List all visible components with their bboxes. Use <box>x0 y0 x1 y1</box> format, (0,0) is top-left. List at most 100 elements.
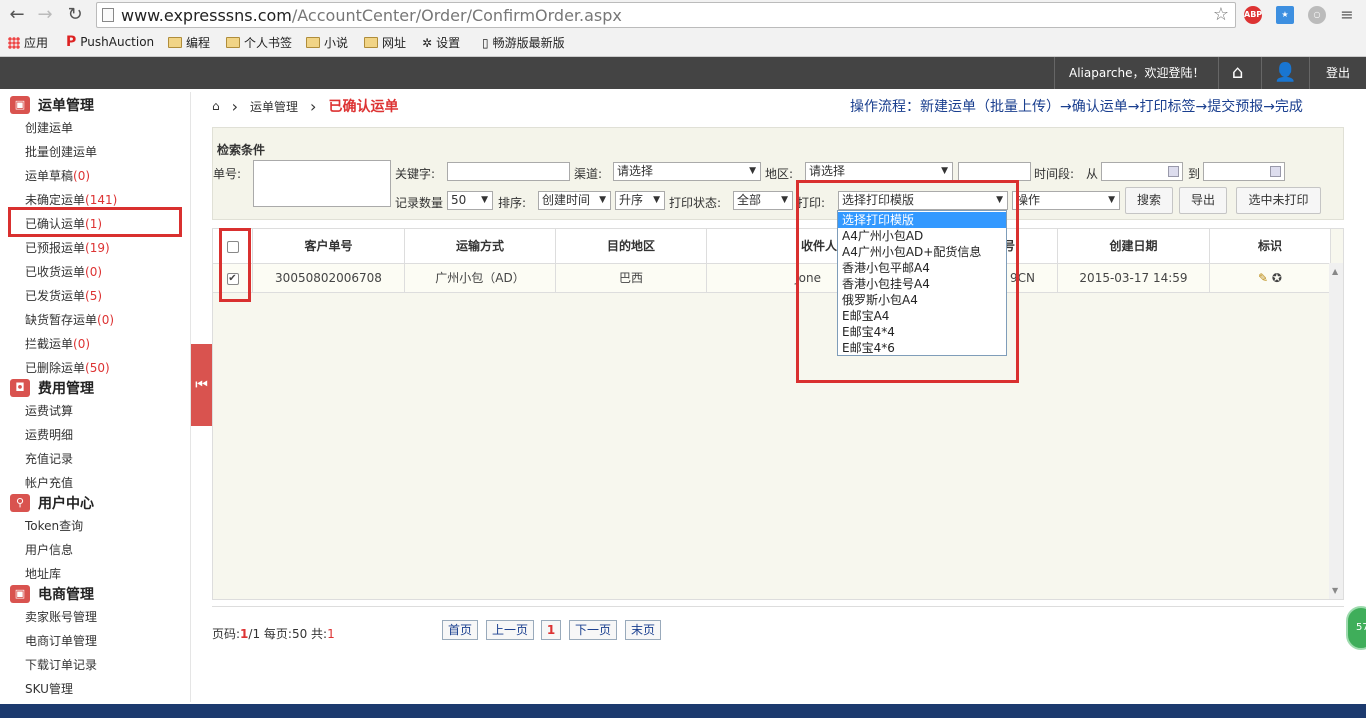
sidebar-item-download-records[interactable]: 下载订单记录 <box>25 656 97 673</box>
sidebar-item-received[interactable]: 已收货运单(0) <box>25 263 102 280</box>
folder-icon <box>306 37 320 48</box>
browser-chrome: ← → ↻ www.expresssns.com/AccountCenter/O… <box>0 0 1366 57</box>
user-icon[interactable]: 👤 <box>1262 57 1310 89</box>
chevron-down-icon: ▼ <box>1108 195 1115 205</box>
channel-select[interactable]: 请选择 ▼ <box>613 162 761 181</box>
current-page[interactable]: 1 <box>541 620 561 640</box>
table-scrollbar[interactable]: ▲ ▼ <box>1329 263 1343 599</box>
home-icon[interactable]: ⌂ <box>212 99 220 113</box>
action-select[interactable]: 操作 ▼ <box>1012 191 1120 210</box>
user-greeting: Aliaparche，欢迎登陆！ <box>1054 57 1220 89</box>
date-from-input[interactable] <box>1101 162 1183 181</box>
bookmark-folder-novel[interactable]: 小说 <box>306 34 348 51</box>
page-icon <box>102 8 114 22</box>
forward-arrow-icon[interactable]: → <box>34 4 56 26</box>
sidebar-section-ecommerce[interactable]: ▣ 电商管理 <box>10 583 94 605</box>
scroll-up-icon[interactable]: ▲ <box>1332 267 1338 276</box>
address-bar[interactable]: www.expresssns.com/AccountCenter/Order/C… <box>96 2 1236 28</box>
breadcrumb-section[interactable]: 运单管理 <box>250 98 298 115</box>
menu-icon[interactable]: ≡ <box>1336 4 1358 26</box>
sidebar-item-forecasted[interactable]: 已预报运单(19) <box>25 239 110 256</box>
next-page-button[interactable]: 下一页 <box>569 620 617 640</box>
sort-order-select[interactable]: 升序 ▼ <box>615 191 665 210</box>
calendar-icon[interactable] <box>1168 166 1179 177</box>
highlight-print-dropdown <box>796 180 1019 383</box>
sidebar-item-create-order[interactable]: 创建运单 <box>25 119 73 136</box>
export-button[interactable]: 导出 <box>1179 187 1227 214</box>
bookmarks-bar: 应用 P PushAuction 编程 个人书签 小说 网址 ✲ 设置 ▯ 畅游版最新… <box>0 30 1366 55</box>
breadcrumb: ⌂ › 运单管理 › 已确认运单 <box>212 95 398 117</box>
bookmark-folder-personal[interactable]: 个人书签 <box>226 34 292 51</box>
print-status-select[interactable]: 全部 ▼ <box>733 191 793 210</box>
fee-icon: ◘ <box>10 379 30 397</box>
sidebar: ▣ 运单管理 创建运单 批量创建运单 运单草稿(0) 未确定运单(141) 已确认… <box>0 92 191 702</box>
bookmark-changyou[interactable]: ▯ 畅游版最新版 <box>482 34 565 51</box>
reload-icon[interactable]: ↻ <box>64 4 86 26</box>
sidebar-item-drafts[interactable]: 运单草稿(0) <box>25 167 90 184</box>
print-status-label: 打印状态: <box>669 196 722 210</box>
region-select[interactable]: 请选择 ▼ <box>805 162 953 181</box>
sidebar-item-token[interactable]: Token查询 <box>25 517 83 534</box>
home-icon[interactable]: ⌂ <box>1214 57 1262 89</box>
sidebar-item-fee-detail[interactable]: 运费明细 <box>25 426 73 443</box>
sort-field-select[interactable]: 创建时间 ▼ <box>538 191 611 210</box>
chevron-down-icon: ▼ <box>481 195 488 205</box>
settings-icon[interactable]: ✪ <box>1272 271 1282 285</box>
region-text-input[interactable] <box>958 162 1031 181</box>
bookmark-folder-programming[interactable]: 编程 <box>168 34 210 51</box>
sidebar-item-seller-accounts[interactable]: 卖家账号管理 <box>25 608 97 625</box>
row-divider <box>213 292 1331 293</box>
bookmark-folder-sites[interactable]: 网址 <box>364 34 406 51</box>
sidebar-item-out-of-stock[interactable]: 缺货暂存运单(0) <box>25 311 114 328</box>
breadcrumb-current: 已确认运单 <box>328 99 399 115</box>
sidebar-item-deleted[interactable]: 已删除运单(50) <box>25 359 110 376</box>
date-to-input[interactable] <box>1203 162 1285 181</box>
sidebar-item-user-info[interactable]: 用户信息 <box>25 541 73 558</box>
sidebar-item-intercepted[interactable]: 拦截运单(0) <box>25 335 90 352</box>
bookmark-pushauction[interactable]: P PushAuction <box>66 34 154 50</box>
calendar-icon[interactable] <box>1270 166 1281 177</box>
first-page-button[interactable]: 首页 <box>442 620 478 640</box>
prev-page-button[interactable]: 上一页 <box>486 620 534 640</box>
extension-circle-icon[interactable]: ○ <box>1308 6 1326 24</box>
sidebar-item-account-recharge[interactable]: 帐户充值 <box>25 474 73 491</box>
keyword-input[interactable] <box>447 162 570 181</box>
keyword-label: 关键字: <box>395 167 436 181</box>
edit-icon[interactable]: ✎ <box>1258 271 1268 285</box>
sidebar-item-address-book[interactable]: 地址库 <box>25 565 61 582</box>
sidebar-item-ecom-orders[interactable]: 电商订单管理 <box>25 632 97 649</box>
record-count-select[interactable]: 50 ▼ <box>447 191 493 210</box>
folder-icon <box>168 37 182 48</box>
to-label: 到 <box>1188 167 1201 181</box>
adblock-icon[interactable]: ABP <box>1244 6 1262 24</box>
highlight-checkbox-column <box>219 228 251 302</box>
sidebar-item-fee-calc[interactable]: 运费试算 <box>25 402 73 419</box>
sidebar-section-orders[interactable]: ▣ 运单管理 <box>10 94 94 116</box>
extension-star-icon[interactable]: ★ <box>1276 6 1294 24</box>
bookmark-star-icon[interactable]: ☆ <box>1213 4 1229 25</box>
scroll-down-icon[interactable]: ▼ <box>1332 586 1338 595</box>
sidebar-collapse-icon[interactable]: ⏮ <box>191 344 212 426</box>
logout-link[interactable]: 登出 <box>1310 57 1366 89</box>
cell-destination: 巴西 <box>556 264 707 292</box>
bookmark-settings[interactable]: ✲ 设置 <box>422 34 460 51</box>
sidebar-section-fees[interactable]: ◘ 费用管理 <box>10 377 94 399</box>
sidebar-item-unconfirmed[interactable]: 未确定运单(141) <box>25 191 117 208</box>
floating-badge[interactable]: 57 <box>1346 606 1366 650</box>
order-no-input[interactable] <box>253 160 391 207</box>
last-page-button[interactable]: 末页 <box>625 620 661 640</box>
sidebar-item-recharge-record[interactable]: 充值记录 <box>25 450 73 467</box>
search-button[interactable]: 搜索 <box>1125 187 1173 214</box>
back-arrow-icon[interactable]: ← <box>6 4 28 26</box>
sidebar-item-shipped[interactable]: 已发货运单(5) <box>25 287 102 304</box>
apps-grid-icon <box>8 36 20 49</box>
sidebar-item-batch-create[interactable]: 批量创建运单 <box>25 143 97 160</box>
record-count-label: 记录数量 <box>395 196 444 210</box>
highlight-sidebar-confirmed <box>8 207 182 237</box>
col-customer-no: 客户单号 <box>253 229 405 263</box>
print-unprinted-button[interactable]: 选中未打印 <box>1236 187 1321 214</box>
bookmark-apps[interactable]: 应用 <box>8 34 48 51</box>
sidebar-section-user[interactable]: ⚲ 用户中心 <box>10 492 94 514</box>
sidebar-item-sku[interactable]: SKU管理 <box>25 680 73 697</box>
pushauction-icon: P <box>66 34 77 50</box>
